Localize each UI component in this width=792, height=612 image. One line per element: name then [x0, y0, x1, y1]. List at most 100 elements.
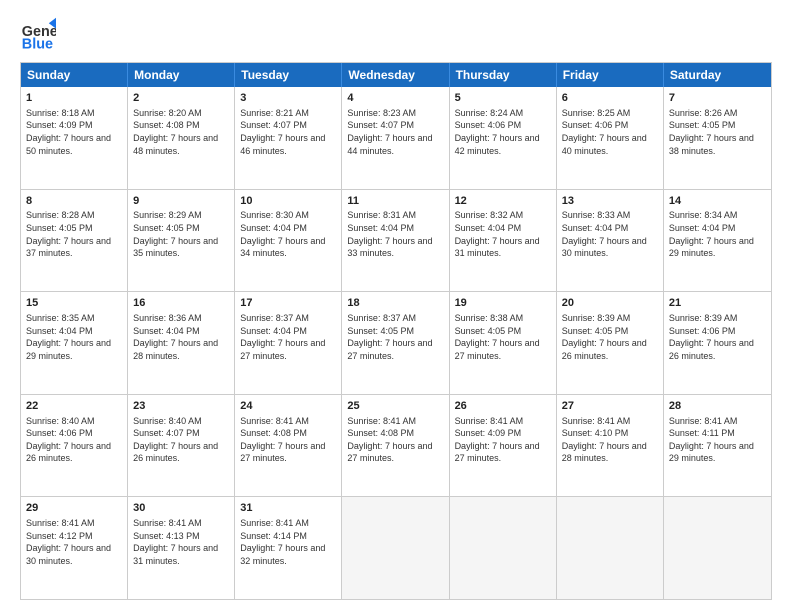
day-number: 27 [562, 399, 658, 414]
day-info: Sunrise: 8:41 AM Sunset: 4:08 PM Dayligh… [240, 415, 336, 465]
day-number: 15 [26, 296, 122, 311]
day-cell-6: 6Sunrise: 8:25 AM Sunset: 4:06 PM Daylig… [557, 87, 664, 189]
day-cell-8: 8Sunrise: 8:28 AM Sunset: 4:05 PM Daylig… [21, 190, 128, 292]
day-number: 21 [669, 296, 766, 311]
day-number: 8 [26, 194, 122, 209]
day-info: Sunrise: 8:33 AM Sunset: 4:04 PM Dayligh… [562, 209, 658, 259]
day-number: 23 [133, 399, 229, 414]
calendar: SundayMondayTuesdayWednesdayThursdayFrid… [20, 62, 772, 600]
logo: General Blue [20, 16, 60, 52]
day-cell-4: 4Sunrise: 8:23 AM Sunset: 4:07 PM Daylig… [342, 87, 449, 189]
day-cell-25: 25Sunrise: 8:41 AM Sunset: 4:08 PM Dayli… [342, 395, 449, 497]
day-number: 20 [562, 296, 658, 311]
empty-cell [450, 497, 557, 599]
day-cell-26: 26Sunrise: 8:41 AM Sunset: 4:09 PM Dayli… [450, 395, 557, 497]
day-number: 1 [26, 91, 122, 106]
day-cell-13: 13Sunrise: 8:33 AM Sunset: 4:04 PM Dayli… [557, 190, 664, 292]
calendar-row-4: 22Sunrise: 8:40 AM Sunset: 4:06 PM Dayli… [21, 394, 771, 497]
day-cell-31: 31Sunrise: 8:41 AM Sunset: 4:14 PM Dayli… [235, 497, 342, 599]
day-info: Sunrise: 8:41 AM Sunset: 4:08 PM Dayligh… [347, 415, 443, 465]
day-cell-2: 2Sunrise: 8:20 AM Sunset: 4:08 PM Daylig… [128, 87, 235, 189]
day-cell-22: 22Sunrise: 8:40 AM Sunset: 4:06 PM Dayli… [21, 395, 128, 497]
day-info: Sunrise: 8:28 AM Sunset: 4:05 PM Dayligh… [26, 209, 122, 259]
empty-cell [557, 497, 664, 599]
weekday-header-thursday: Thursday [450, 63, 557, 87]
day-number: 13 [562, 194, 658, 209]
day-number: 28 [669, 399, 766, 414]
calendar-body: 1Sunrise: 8:18 AM Sunset: 4:09 PM Daylig… [21, 87, 771, 599]
day-info: Sunrise: 8:25 AM Sunset: 4:06 PM Dayligh… [562, 107, 658, 157]
weekday-header-sunday: Sunday [21, 63, 128, 87]
day-number: 18 [347, 296, 443, 311]
day-number: 5 [455, 91, 551, 106]
day-cell-20: 20Sunrise: 8:39 AM Sunset: 4:05 PM Dayli… [557, 292, 664, 394]
day-cell-1: 1Sunrise: 8:18 AM Sunset: 4:09 PM Daylig… [21, 87, 128, 189]
day-cell-28: 28Sunrise: 8:41 AM Sunset: 4:11 PM Dayli… [664, 395, 771, 497]
weekday-header-saturday: Saturday [664, 63, 771, 87]
weekday-header-monday: Monday [128, 63, 235, 87]
day-number: 26 [455, 399, 551, 414]
day-info: Sunrise: 8:36 AM Sunset: 4:04 PM Dayligh… [133, 312, 229, 362]
logo-icon: General Blue [20, 16, 56, 52]
day-info: Sunrise: 8:41 AM Sunset: 4:10 PM Dayligh… [562, 415, 658, 465]
svg-text:Blue: Blue [22, 36, 53, 52]
day-info: Sunrise: 8:40 AM Sunset: 4:06 PM Dayligh… [26, 415, 122, 465]
day-number: 9 [133, 194, 229, 209]
day-cell-23: 23Sunrise: 8:40 AM Sunset: 4:07 PM Dayli… [128, 395, 235, 497]
day-cell-10: 10Sunrise: 8:30 AM Sunset: 4:04 PM Dayli… [235, 190, 342, 292]
day-number: 25 [347, 399, 443, 414]
day-cell-17: 17Sunrise: 8:37 AM Sunset: 4:04 PM Dayli… [235, 292, 342, 394]
day-number: 30 [133, 501, 229, 516]
day-info: Sunrise: 8:32 AM Sunset: 4:04 PM Dayligh… [455, 209, 551, 259]
day-info: Sunrise: 8:38 AM Sunset: 4:05 PM Dayligh… [455, 312, 551, 362]
calendar-row-2: 8Sunrise: 8:28 AM Sunset: 4:05 PM Daylig… [21, 189, 771, 292]
day-info: Sunrise: 8:24 AM Sunset: 4:06 PM Dayligh… [455, 107, 551, 157]
day-cell-16: 16Sunrise: 8:36 AM Sunset: 4:04 PM Dayli… [128, 292, 235, 394]
calendar-row-1: 1Sunrise: 8:18 AM Sunset: 4:09 PM Daylig… [21, 87, 771, 189]
calendar-row-3: 15Sunrise: 8:35 AM Sunset: 4:04 PM Dayli… [21, 291, 771, 394]
day-info: Sunrise: 8:41 AM Sunset: 4:09 PM Dayligh… [455, 415, 551, 465]
day-number: 2 [133, 91, 229, 106]
day-number: 16 [133, 296, 229, 311]
day-info: Sunrise: 8:35 AM Sunset: 4:04 PM Dayligh… [26, 312, 122, 362]
day-number: 14 [669, 194, 766, 209]
day-cell-7: 7Sunrise: 8:26 AM Sunset: 4:05 PM Daylig… [664, 87, 771, 189]
empty-cell [664, 497, 771, 599]
day-info: Sunrise: 8:39 AM Sunset: 4:05 PM Dayligh… [562, 312, 658, 362]
day-number: 12 [455, 194, 551, 209]
day-number: 11 [347, 194, 443, 209]
day-cell-11: 11Sunrise: 8:31 AM Sunset: 4:04 PM Dayli… [342, 190, 449, 292]
day-cell-3: 3Sunrise: 8:21 AM Sunset: 4:07 PM Daylig… [235, 87, 342, 189]
day-cell-29: 29Sunrise: 8:41 AM Sunset: 4:12 PM Dayli… [21, 497, 128, 599]
day-number: 6 [562, 91, 658, 106]
day-info: Sunrise: 8:26 AM Sunset: 4:05 PM Dayligh… [669, 107, 766, 157]
day-info: Sunrise: 8:40 AM Sunset: 4:07 PM Dayligh… [133, 415, 229, 465]
day-number: 3 [240, 91, 336, 106]
day-info: Sunrise: 8:31 AM Sunset: 4:04 PM Dayligh… [347, 209, 443, 259]
day-cell-18: 18Sunrise: 8:37 AM Sunset: 4:05 PM Dayli… [342, 292, 449, 394]
day-cell-19: 19Sunrise: 8:38 AM Sunset: 4:05 PM Dayli… [450, 292, 557, 394]
day-cell-21: 21Sunrise: 8:39 AM Sunset: 4:06 PM Dayli… [664, 292, 771, 394]
weekday-header-tuesday: Tuesday [235, 63, 342, 87]
day-number: 4 [347, 91, 443, 106]
day-info: Sunrise: 8:30 AM Sunset: 4:04 PM Dayligh… [240, 209, 336, 259]
day-info: Sunrise: 8:37 AM Sunset: 4:05 PM Dayligh… [347, 312, 443, 362]
header: General Blue [20, 16, 772, 52]
day-cell-27: 27Sunrise: 8:41 AM Sunset: 4:10 PM Dayli… [557, 395, 664, 497]
day-info: Sunrise: 8:41 AM Sunset: 4:12 PM Dayligh… [26, 517, 122, 567]
day-info: Sunrise: 8:41 AM Sunset: 4:14 PM Dayligh… [240, 517, 336, 567]
empty-cell [342, 497, 449, 599]
day-number: 24 [240, 399, 336, 414]
day-info: Sunrise: 8:20 AM Sunset: 4:08 PM Dayligh… [133, 107, 229, 157]
day-info: Sunrise: 8:21 AM Sunset: 4:07 PM Dayligh… [240, 107, 336, 157]
day-number: 22 [26, 399, 122, 414]
day-info: Sunrise: 8:41 AM Sunset: 4:11 PM Dayligh… [669, 415, 766, 465]
day-info: Sunrise: 8:18 AM Sunset: 4:09 PM Dayligh… [26, 107, 122, 157]
day-number: 19 [455, 296, 551, 311]
day-info: Sunrise: 8:37 AM Sunset: 4:04 PM Dayligh… [240, 312, 336, 362]
day-number: 29 [26, 501, 122, 516]
weekday-header-friday: Friday [557, 63, 664, 87]
day-cell-5: 5Sunrise: 8:24 AM Sunset: 4:06 PM Daylig… [450, 87, 557, 189]
calendar-header: SundayMondayTuesdayWednesdayThursdayFrid… [21, 63, 771, 87]
day-info: Sunrise: 8:41 AM Sunset: 4:13 PM Dayligh… [133, 517, 229, 567]
